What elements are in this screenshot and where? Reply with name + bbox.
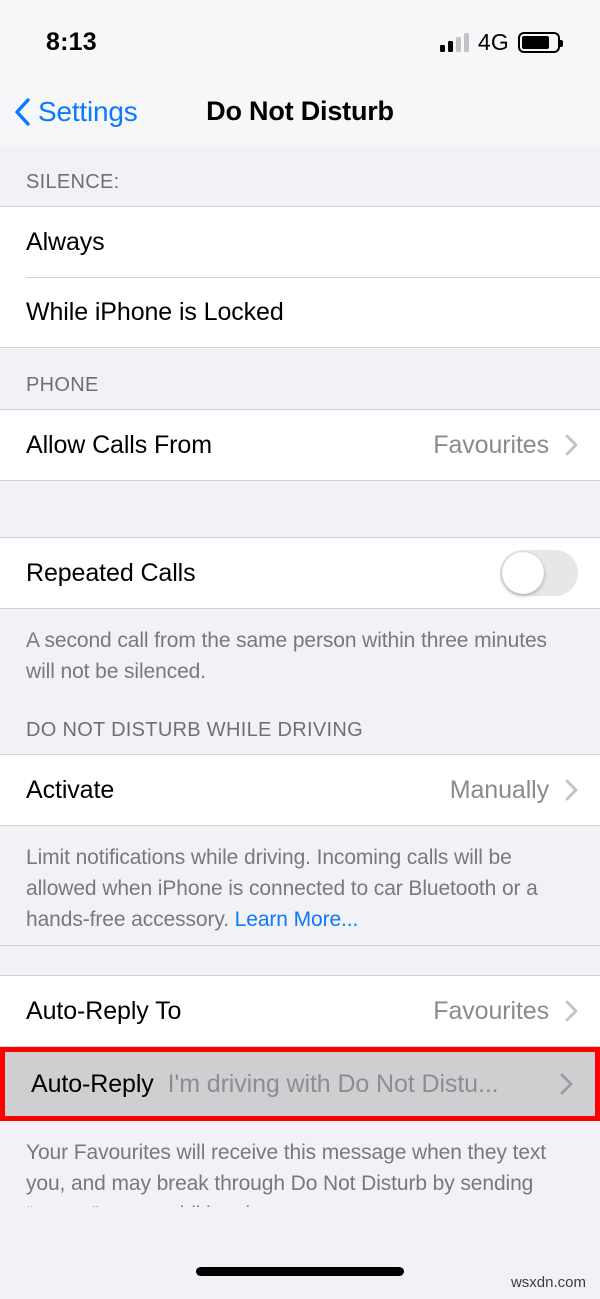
row-value: Favourites xyxy=(433,996,549,1025)
row-value: I'm driving with Do Not Distu... xyxy=(167,1069,499,1098)
row-label: Auto-Reply To xyxy=(26,996,182,1025)
repeated-calls-toggle[interactable] xyxy=(500,550,578,596)
driving-footer: Limit notifications while driving. Incom… xyxy=(0,826,600,945)
silence-list: Always While iPhone is Locked xyxy=(0,206,600,348)
status-time: 8:13 xyxy=(46,27,97,56)
auto-reply-to-list: Auto-Reply To Favourites xyxy=(0,975,600,1047)
row-repeated-calls[interactable]: Repeated Calls xyxy=(0,538,600,608)
settings-content: SILENCE: Always While iPhone is Locked P… xyxy=(0,145,600,1240)
row-value: Manually xyxy=(449,775,549,804)
status-indicators: 4G xyxy=(439,23,563,56)
row-label: Auto-Reply xyxy=(31,1069,154,1098)
row-auto-reply-message[interactable]: Auto-Reply I'm driving with Do Not Distu… xyxy=(5,1052,595,1116)
iphone-screen: 8:13 4G Settings Do Not Disturb SILENCE:… xyxy=(0,0,600,1299)
chevron-right-icon xyxy=(565,779,578,801)
row-label: Allow Calls From xyxy=(26,430,212,459)
navigation-bar: Settings Do Not Disturb xyxy=(0,78,600,145)
row-label: Always xyxy=(26,227,105,256)
row-label: Activate xyxy=(26,775,115,804)
back-button-label: Settings xyxy=(38,95,138,127)
chevron-right-icon xyxy=(565,1000,578,1022)
auto-reply-message-highlight: Auto-Reply I'm driving with Do Not Distu… xyxy=(0,1047,600,1121)
row-silence-while-locked[interactable]: While iPhone is Locked xyxy=(0,277,600,347)
row-value: Favourites xyxy=(433,430,549,459)
row-silence-always[interactable]: Always xyxy=(0,207,600,277)
chevron-left-icon xyxy=(15,97,30,126)
signal-bars-icon xyxy=(439,32,469,52)
toggle-knob xyxy=(502,552,544,594)
battery-icon xyxy=(518,31,563,53)
status-bar: 8:13 4G xyxy=(0,0,600,78)
silence-section-header: SILENCE: xyxy=(0,145,600,206)
row-label: Repeated Calls xyxy=(26,558,196,587)
row-label: While iPhone is Locked xyxy=(26,297,284,326)
bottom-bar: wsxdn.com xyxy=(0,1207,600,1299)
row-allow-calls-from[interactable]: Allow Calls From Favourites xyxy=(0,410,600,480)
row-auto-reply-to[interactable]: Auto-Reply To Favourites xyxy=(0,976,600,1046)
driving-list: Activate Manually xyxy=(0,754,600,826)
home-indicator[interactable] xyxy=(196,1267,404,1276)
section-gap xyxy=(0,481,600,538)
repeated-calls-footer: A second call from the same person withi… xyxy=(0,609,600,697)
watermark: wsxdn.com xyxy=(510,1274,586,1291)
learn-more-link[interactable]: Learn More... xyxy=(235,908,359,931)
row-activate[interactable]: Activate Manually xyxy=(0,755,600,825)
network-type-label: 4G xyxy=(477,28,509,55)
phone-section-header: PHONE xyxy=(0,348,600,409)
back-button[interactable]: Settings xyxy=(0,96,138,128)
driving-section-header: DO NOT DISTURB WHILE DRIVING xyxy=(0,697,600,754)
section-gap-2 xyxy=(0,945,600,975)
chevron-right-icon xyxy=(560,1073,573,1095)
repeated-calls-list: Repeated Calls xyxy=(0,538,600,609)
chevron-right-icon xyxy=(565,434,578,456)
phone-list: Allow Calls From Favourites xyxy=(0,409,600,481)
